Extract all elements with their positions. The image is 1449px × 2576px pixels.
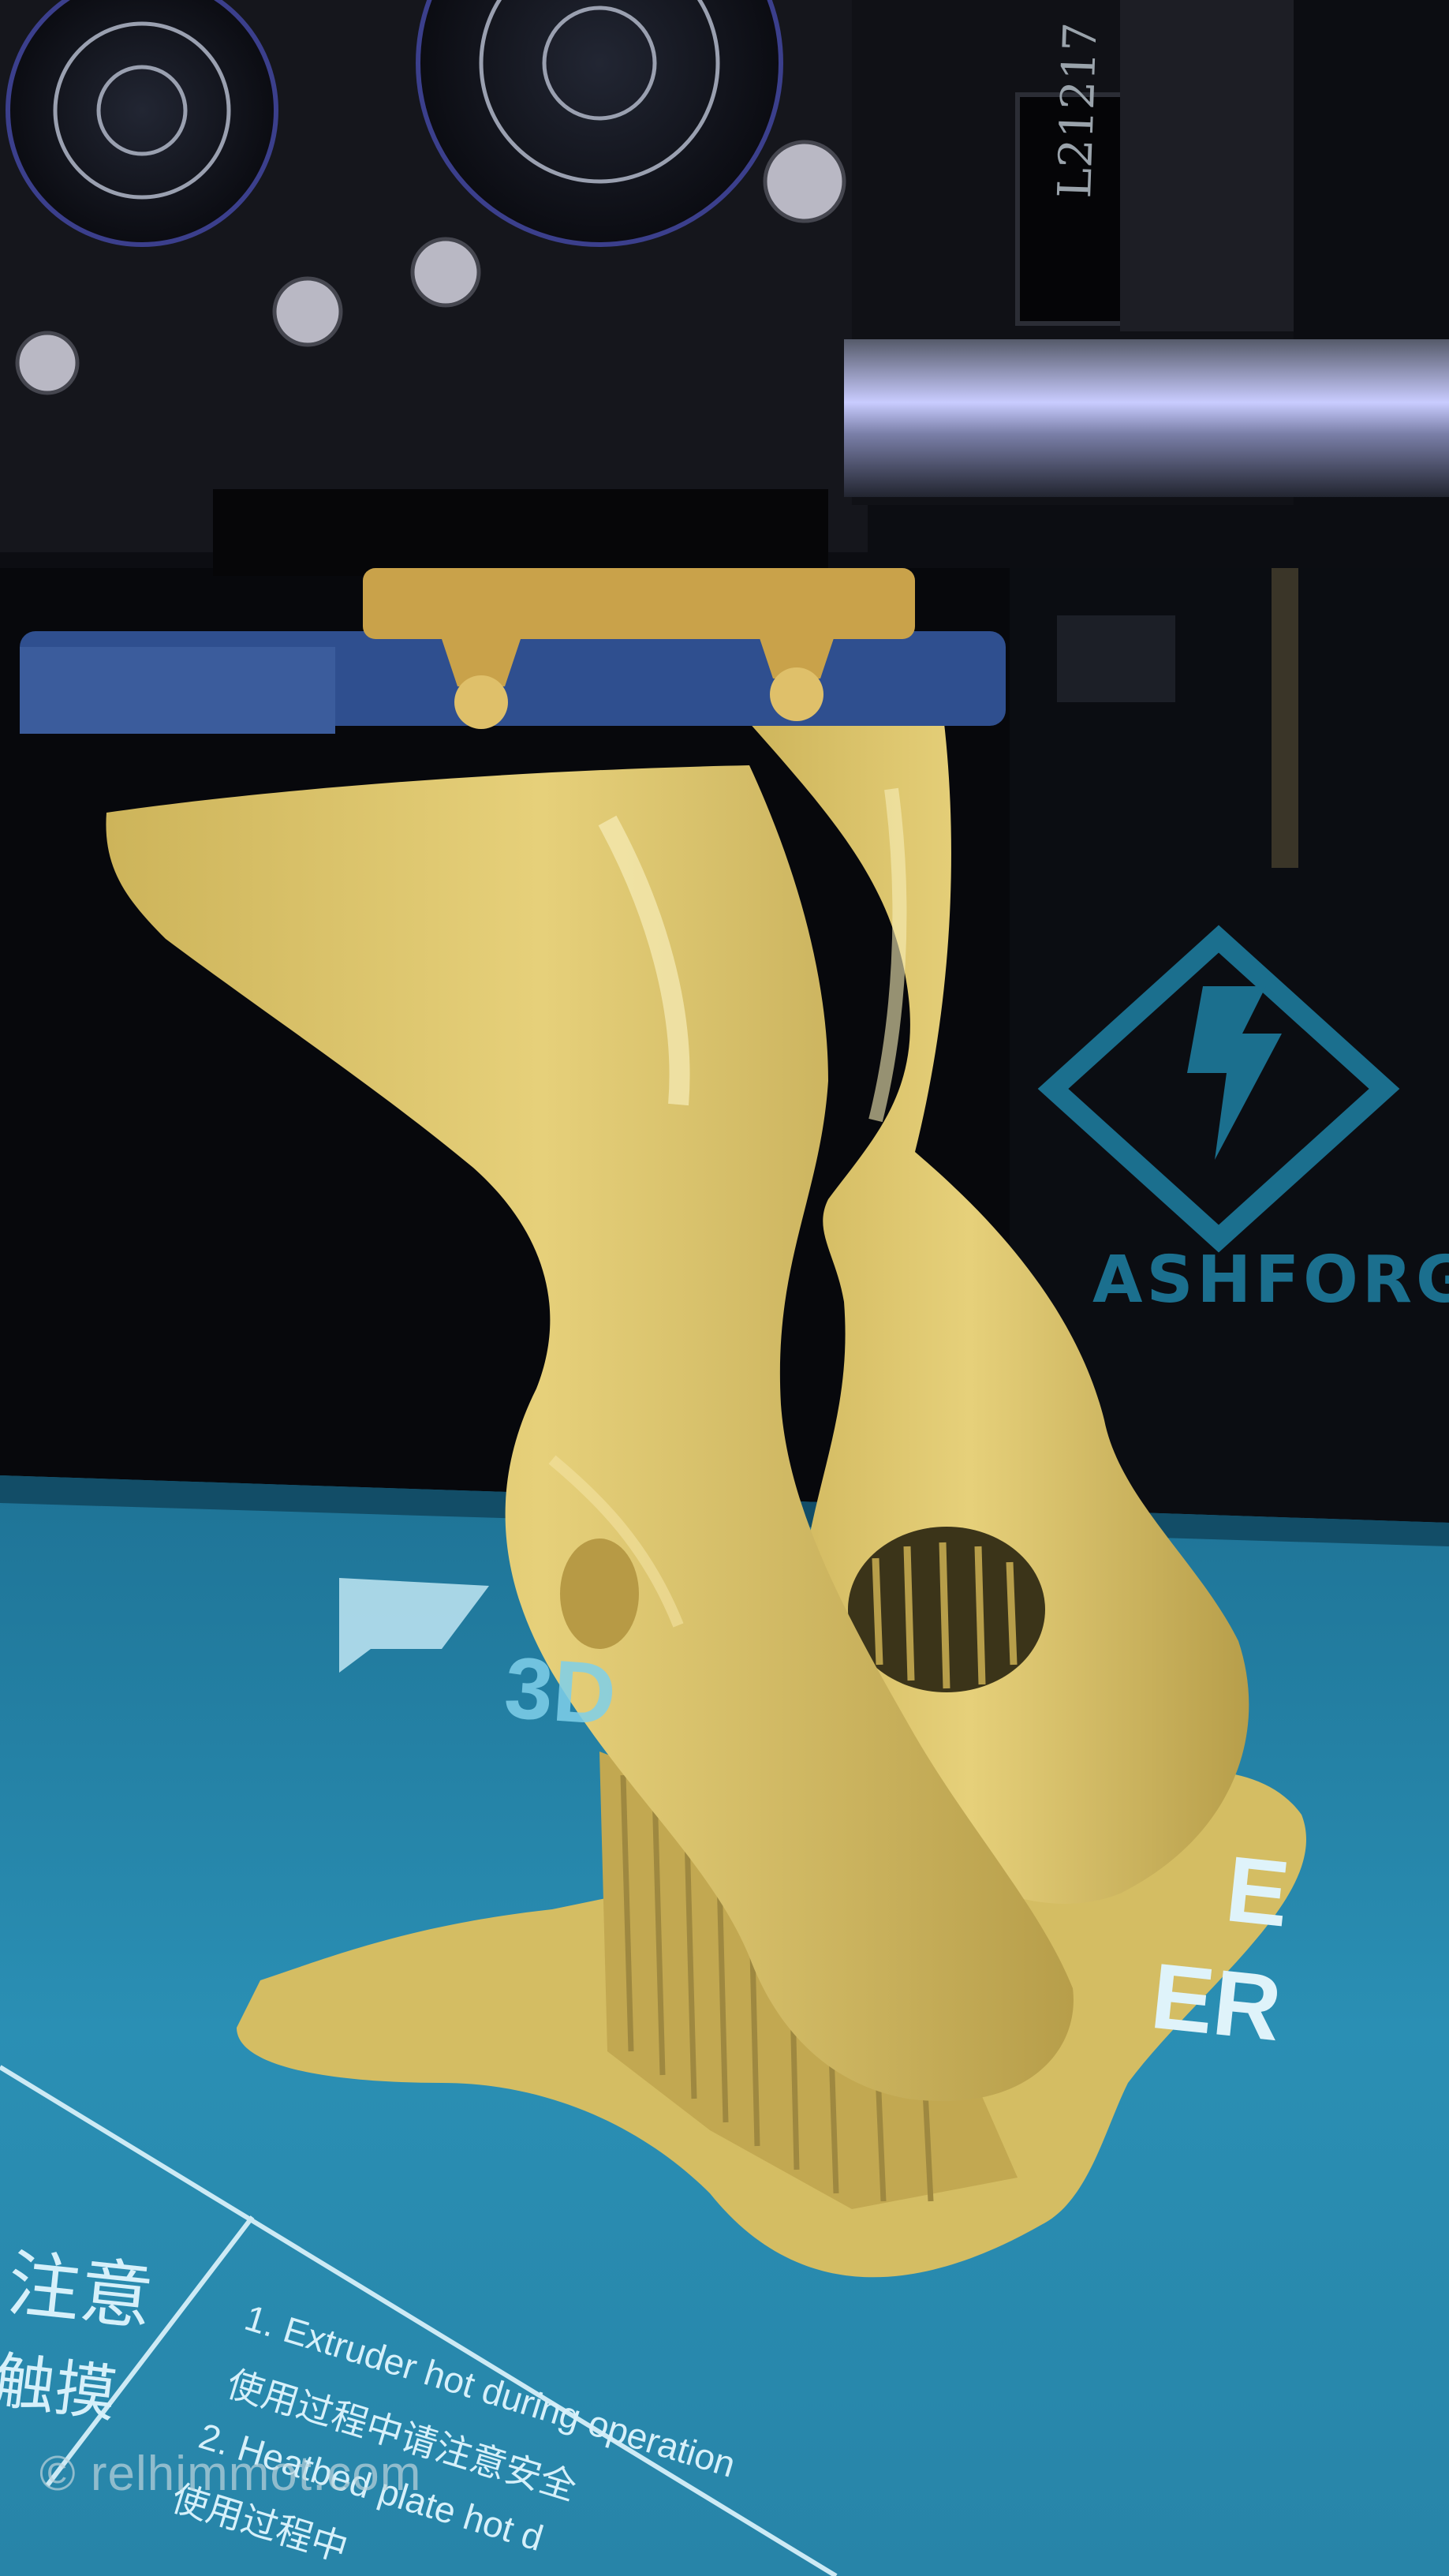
x-axis-rod bbox=[844, 339, 1449, 497]
warning-title: 注意 bbox=[3, 2243, 157, 2339]
photo-scene: L21217 ASHFORG 3D E ER 注意 触摸 1. Extruder… bbox=[0, 0, 1449, 2576]
bed-text-fragment: 3D bbox=[501, 1639, 619, 1744]
watermark: © relhimmot.com bbox=[39, 2447, 422, 2501]
bed-text-fragment: E bbox=[1221, 1837, 1294, 1947]
bed-text-fragment: ER bbox=[1146, 1943, 1287, 2062]
carriage-serial-label: L21217 bbox=[1048, 21, 1107, 200]
cooling-fan-icon bbox=[6, 0, 278, 247]
warning-subtitle: 触摸 bbox=[0, 2345, 121, 2430]
brand-wordmark: ASHFORG bbox=[1092, 1243, 1449, 1318]
